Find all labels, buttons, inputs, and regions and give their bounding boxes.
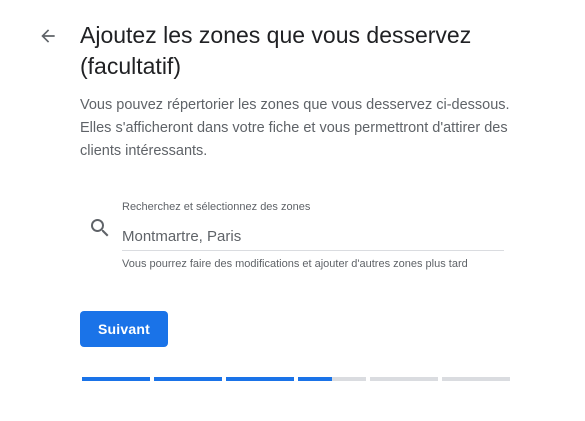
next-button[interactable]: Suivant: [80, 311, 168, 347]
service-area-search: Recherchez et sélectionnez des zones Vou…: [86, 200, 506, 280]
search-helper-text: Vous pourrez faire des modifications et …: [122, 258, 468, 270]
progress-segment-fill: [226, 377, 294, 381]
back-button[interactable]: [34, 22, 62, 50]
progress-segment: [442, 377, 510, 381]
page-description: Vous pouvez répertorier les zones que vo…: [80, 97, 510, 159]
progress-segment: [370, 377, 438, 381]
progress-segment-fill: [298, 377, 332, 381]
service-area-input[interactable]: [122, 224, 504, 251]
search-field-label: Recherchez et sélectionnez des zones: [122, 201, 311, 213]
progress-segment-fill: [154, 377, 222, 381]
page-title: Ajoutez les zones que vous desservez (fa…: [80, 22, 472, 79]
arrow-back-icon: [41, 29, 55, 43]
progress-segment: [298, 377, 366, 381]
progress-segment: [154, 377, 222, 381]
progress-segment: [226, 377, 294, 381]
search-icon: [91, 219, 109, 237]
progress-segment: [82, 377, 150, 381]
progress-segment-fill: [82, 377, 150, 381]
progress-bar: [82, 377, 510, 381]
